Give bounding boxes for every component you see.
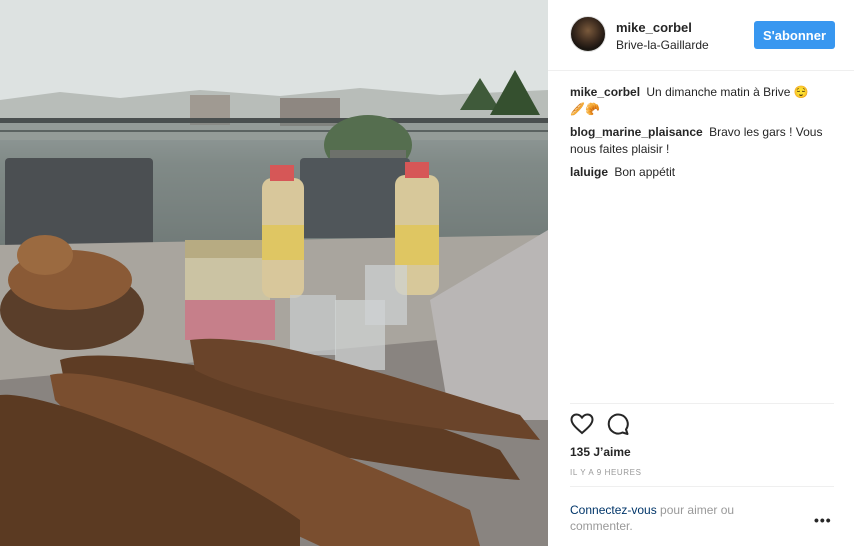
- post-sidebar: mike_corbel Brive-la-Gaillarde S'abonner…: [548, 0, 854, 546]
- login-link[interactable]: Connectez-vous: [570, 503, 657, 517]
- username-link[interactable]: mike_corbel: [616, 20, 692, 35]
- comments-list: mike_corbel Un dimanche matin à Brive 😌 …: [570, 84, 836, 187]
- comment-author[interactable]: blog_marine_plaisance: [570, 125, 703, 139]
- comment-item: laluige Bon appétit: [570, 164, 836, 181]
- comment-item: mike_corbel Un dimanche matin à Brive 😌 …: [570, 84, 836, 118]
- follow-button[interactable]: S'abonner: [754, 21, 835, 49]
- heart-outline-icon[interactable]: [570, 412, 596, 438]
- post-header: mike_corbel Brive-la-Gaillarde S'abonner: [548, 0, 854, 71]
- post-timestamp: IL Y A 9 HEURES: [570, 468, 642, 477]
- comment-item: blog_marine_plaisance Bravo les gars ! V…: [570, 124, 836, 158]
- likes-count[interactable]: 135 J’aime: [570, 445, 631, 459]
- speech-bubble-icon[interactable]: [606, 412, 632, 438]
- post-photo[interactable]: [0, 0, 548, 546]
- avatar[interactable]: [570, 16, 606, 52]
- comment-emoji-text: 🥖🥐: [570, 102, 600, 116]
- login-prompt: Connectez-vous pour aimer ou commenter.: [570, 502, 780, 534]
- comment-author[interactable]: laluige: [570, 165, 608, 179]
- section-divider: [570, 403, 834, 404]
- comment-author[interactable]: mike_corbel: [570, 85, 640, 99]
- ellipsis-icon[interactable]: •••: [814, 512, 832, 528]
- section-divider: [570, 486, 834, 487]
- comment-text: Un dimanche matin à Brive 😌: [646, 85, 809, 99]
- photo-scene: [0, 0, 548, 546]
- location-link[interactable]: Brive-la-Gaillarde: [616, 38, 709, 52]
- comment-text: Bon appétit: [614, 165, 676, 179]
